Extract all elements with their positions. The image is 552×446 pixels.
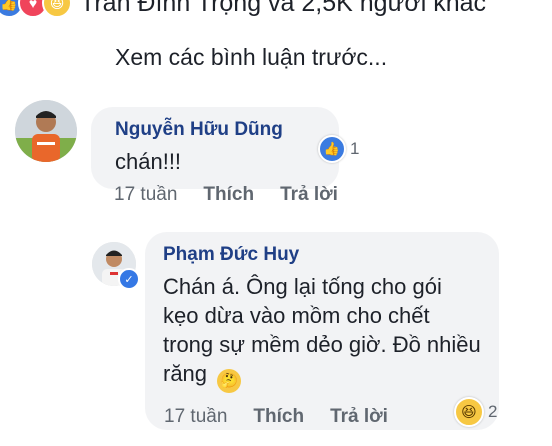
reactions-summary[interactable]: 👍 ♥ 😆 Trần Đình Trọng và 2,5K người khác <box>0 0 486 20</box>
like-icon: 👍 <box>318 135 346 163</box>
haha-icon: 😆 <box>454 397 484 427</box>
comment-time[interactable]: 17 tuần <box>114 184 177 206</box>
view-previous-comments-link[interactable]: Xem các bình luận trước... <box>115 44 387 71</box>
comment-text: chán!!! <box>115 149 182 174</box>
comment-bubble: Phạm Đức Huy Chán á. Ông lại tống cho gó… <box>145 232 499 430</box>
reactions-text[interactable]: Trần Đình Trọng và 2,5K người khác <box>80 0 486 18</box>
comment-author[interactable]: Phạm Đức Huy <box>163 244 481 266</box>
comment-actions: 17 tuần Thích Trả lời <box>114 184 338 206</box>
thinking-face-icon: 🤔 <box>217 368 242 393</box>
like-button[interactable]: Thích <box>203 184 254 206</box>
comment-bubble: Nguyễn Hữu Dũng chán!!! <box>91 107 339 189</box>
like-button[interactable]: Thích <box>253 406 304 428</box>
comment-text: Chán á. Ông lại tống cho gói kẹo dừa vào… <box>163 272 481 393</box>
comment-time[interactable]: 17 tuần <box>164 406 227 428</box>
verified-badge-icon: ✓ <box>118 268 140 290</box>
reaction-count: 1 <box>350 139 360 158</box>
reaction-count: 2 <box>488 402 498 421</box>
comment-author[interactable]: Nguyễn Hữu Dũng <box>115 119 315 141</box>
haha-icon: 😆 <box>42 0 72 18</box>
reply-button[interactable]: Trả lời <box>330 406 388 428</box>
comment-reactions[interactable]: 👍 1 <box>318 135 359 163</box>
reply-button[interactable]: Trả lời <box>280 184 338 206</box>
comment-actions: 17 tuần Thích Trả lời <box>164 406 388 428</box>
comment-reactions[interactable]: 😆 2 <box>454 397 497 427</box>
comment-text-content: Chán á. Ông lại tống cho gói kẹo dừa vào… <box>163 274 481 386</box>
avatar[interactable] <box>15 100 77 162</box>
